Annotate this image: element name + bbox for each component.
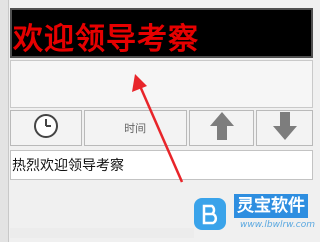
- watermark-logo-icon: [194, 198, 226, 230]
- watermark-title: 灵宝软件: [234, 194, 308, 218]
- watermark: 灵宝软件 www.lbwlrw.com: [194, 192, 320, 240]
- bottom-strip: [10, 228, 194, 238]
- watermark-url: www.lbwlrw.com: [240, 220, 316, 230]
